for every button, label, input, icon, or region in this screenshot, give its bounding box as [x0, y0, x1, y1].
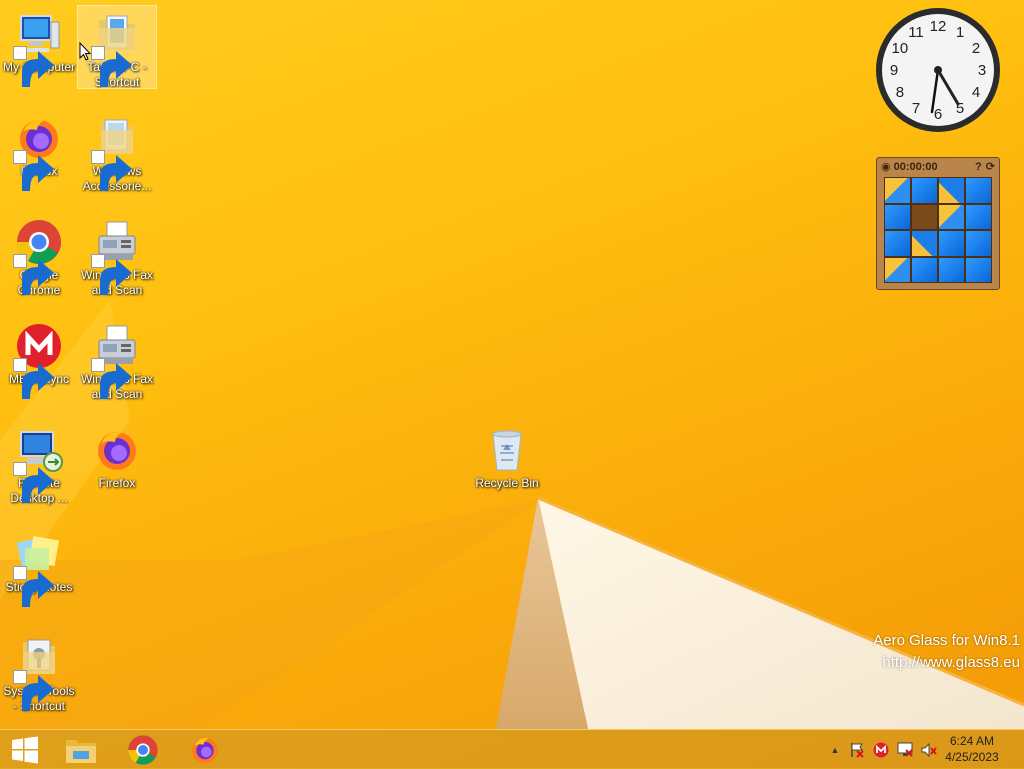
puzzle-grid	[884, 177, 992, 283]
folder-icon	[91, 114, 141, 191]
start-button[interactable]	[3, 733, 47, 767]
puzzle-tile[interactable]	[912, 178, 937, 203]
icon-label: Recycle Bin	[475, 476, 539, 490]
taskbar-file-explorer[interactable]	[59, 733, 103, 767]
puzzle-help-button[interactable]: ?	[975, 161, 982, 173]
clock-number: 2	[972, 40, 980, 57]
megasync-tray-icon[interactable]	[872, 741, 890, 759]
puzzle-empty-slot	[912, 204, 937, 229]
clock-number: 6	[934, 106, 942, 123]
puzzle-tile[interactable]	[912, 231, 937, 256]
chrome-icon	[128, 735, 158, 765]
taskbar-firefox[interactable]	[183, 733, 227, 767]
puzzle-tile[interactable]	[939, 231, 964, 256]
puzzle-shuffle-icon[interactable]: ⟳	[986, 160, 995, 173]
puzzle-tile[interactable]	[885, 178, 910, 203]
clock-number: 3	[978, 62, 986, 79]
desktop-icon-megasync[interactable]: MEGAsync	[0, 318, 78, 399]
fax-icon	[91, 218, 141, 295]
taskbar-chrome[interactable]	[121, 733, 165, 767]
desktop-icon-firefox-2[interactable]: Firefox	[78, 422, 156, 491]
desktop-icon-sticky-notes[interactable]: Sticky Notes	[0, 526, 78, 607]
puzzle-tile[interactable]	[939, 178, 964, 203]
remote-desktop-icon	[13, 426, 63, 503]
desktop-icon-my-computer[interactable]: My Computer	[0, 6, 78, 87]
mouse-cursor-icon	[79, 42, 91, 61]
clock-number: 11	[908, 24, 924, 41]
action-center-flag-icon[interactable]	[848, 741, 866, 759]
puzzle-tile[interactable]	[939, 257, 964, 282]
volume-muted-icon[interactable]	[920, 741, 938, 759]
puzzle-tile[interactable]	[912, 257, 937, 282]
clock-number: 8	[896, 84, 904, 101]
clock-gadget[interactable]: 12 1234567891011	[874, 6, 1002, 134]
taskbar: ▲ 6:24 AM 4/25/2023	[0, 729, 1024, 769]
clock-number: 10	[892, 40, 909, 57]
puzzle-tile[interactable]	[885, 231, 910, 256]
clock-number: 4	[972, 84, 980, 101]
desktop-icon-recycle-bin[interactable]: Recycle Bin	[468, 422, 546, 491]
recycle-bin-icon	[483, 426, 531, 474]
puzzle-tile[interactable]	[885, 257, 910, 282]
show-hidden-icons-button[interactable]: ▲	[826, 741, 844, 759]
puzzle-tile[interactable]	[939, 204, 964, 229]
windows-logo-icon	[12, 736, 38, 764]
fax-icon	[91, 322, 141, 399]
computer-icon	[13, 10, 63, 87]
picture-puzzle-gadget[interactable]: ◉ 00:00:00 ? ⟳	[876, 157, 1000, 290]
clock-number: 7	[912, 100, 920, 117]
desktop-icon-fax-scan-1[interactable]: Windows Fax and Scan	[78, 214, 156, 298]
clock-number: 9	[890, 62, 898, 79]
desktop-icon-fax-scan-2[interactable]: Windows Fax and Scan	[78, 318, 156, 402]
icon-label: Firefox	[98, 476, 136, 490]
tray-date: 4/25/2023	[945, 750, 999, 764]
puzzle-titlebar: ◉ 00:00:00 ? ⟳	[877, 158, 999, 175]
puzzle-tile[interactable]	[885, 204, 910, 229]
chrome-icon	[13, 218, 63, 295]
firefox-icon	[93, 426, 141, 474]
taskbar-clock[interactable]: 6:24 AM 4/25/2023	[942, 733, 1002, 765]
watermark-line1: Aero Glass for Win8.1	[873, 632, 1020, 649]
firefox-icon	[13, 114, 63, 191]
puzzle-tile[interactable]	[966, 178, 991, 203]
tray-time: 6:24 AM	[949, 734, 995, 748]
clock-number: 1	[956, 24, 964, 41]
folder-icon	[91, 10, 141, 87]
puzzle-tile[interactable]	[966, 204, 991, 229]
sticky-notes-icon	[13, 530, 63, 607]
watermark-line2: http://www.glass8.eu	[882, 654, 1020, 671]
file-explorer-icon	[66, 740, 96, 763]
desktop-icon-remote-desktop[interactable]: Remote Desktop ...	[0, 422, 78, 506]
desktop-icon-firefox[interactable]: Firefox	[0, 110, 78, 191]
folder-icon	[13, 634, 63, 711]
desktop-icon-windows-accessories[interactable]: Windows Accessorie...	[78, 110, 156, 194]
network-icon[interactable]	[896, 741, 914, 759]
mega-icon	[13, 322, 63, 399]
desktop-icon-system-tools[interactable]: System Tools - Shortcut	[0, 630, 78, 714]
desktop-icon-google-chrome[interactable]: Google Chrome	[0, 214, 78, 298]
puzzle-tile[interactable]	[966, 231, 991, 256]
puzzle-tile[interactable]	[966, 257, 991, 282]
clock-number: 12	[930, 18, 947, 35]
puzzle-view-icon[interactable]: ◉	[881, 160, 891, 173]
firefox-icon	[192, 737, 218, 764]
puzzle-timer: 00:00:00	[893, 160, 938, 173]
aero-glass-watermark: Aero Glass for Win8.1 http://www.glass8.…	[873, 630, 1020, 674]
